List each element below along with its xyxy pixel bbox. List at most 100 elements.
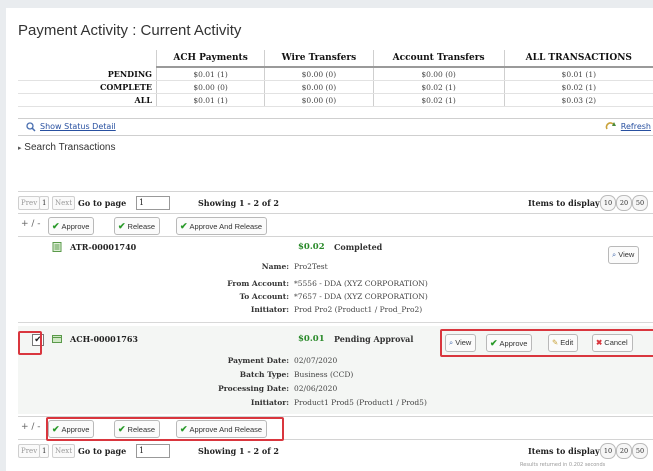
summary-cell: $0.00 (0) bbox=[155, 80, 265, 94]
check-icon: ✔ bbox=[180, 221, 188, 231]
action-bar-top: + / - ✔ Approve ✔ Release ✔ Approve And Rel… bbox=[18, 213, 653, 237]
showing-label: Showing 1 - 2 of 2 bbox=[198, 446, 279, 456]
select-all-toggle[interactable]: + / - bbox=[21, 219, 41, 229]
highlight-row-actions bbox=[440, 329, 653, 357]
page-number-button[interactable]: 1 bbox=[39, 196, 50, 210]
items-50-button[interactable]: 50 bbox=[632, 443, 648, 459]
next-button[interactable]: Next bbox=[52, 444, 76, 458]
detail-label: Initiator: bbox=[250, 305, 289, 314]
col-wire-transfers: Wire Transfers bbox=[264, 50, 374, 68]
search-transactions-label: Search Transactions bbox=[24, 142, 116, 153]
detail-value: Prod Pro2 (Product1 / Prod_Pro2) bbox=[294, 305, 423, 314]
check-icon: ✔ bbox=[52, 221, 60, 231]
summary-row-pending: PENDING $0.01 (1) $0.00 (0) $0.00 (0) $0… bbox=[18, 67, 653, 81]
prev-button[interactable]: Prev bbox=[18, 444, 41, 458]
detail-value: Product1 Prod5 (Product1 / Prod5) bbox=[294, 398, 427, 407]
highlight-checkbox bbox=[18, 331, 42, 355]
page-number-button[interactable]: 1 bbox=[39, 444, 50, 458]
detail-value: Pro2Test bbox=[294, 262, 328, 271]
summary-cell: $0.02 (1) bbox=[503, 80, 653, 94]
check-icon: ✔ bbox=[118, 221, 126, 231]
refresh-icon bbox=[605, 122, 616, 130]
release-label: Release bbox=[127, 222, 156, 231]
go-to-page-input[interactable]: 1 bbox=[136, 196, 170, 210]
summary-cell: $0.00 (0) bbox=[264, 67, 374, 81]
approve-and-release-button[interactable]: ✔ Approve And Release bbox=[176, 217, 268, 235]
refresh-label: Refresh bbox=[620, 122, 651, 131]
pager-bottom: Prev 1 Next Go to page 1 Showing 1 - 2 o… bbox=[18, 440, 653, 462]
transfer-icon bbox=[52, 242, 62, 252]
show-status-detail-label: Show Status Detail bbox=[40, 122, 116, 131]
detail-value: 02/07/2020 bbox=[294, 356, 338, 365]
summary-cell: $0.00 (0) bbox=[264, 93, 374, 107]
transaction-id[interactable]: ATR-00001740 bbox=[70, 242, 136, 252]
detail-value: Business (CCD) bbox=[294, 370, 354, 379]
query-time-note: Results returned in 0.202 seconds bbox=[520, 462, 606, 468]
row-label: COMPLETE bbox=[18, 80, 157, 94]
showing-label: Showing 1 - 2 of 2 bbox=[198, 198, 279, 208]
show-status-detail-link[interactable]: Show Status Detail bbox=[26, 122, 116, 132]
transaction-status: Completed bbox=[334, 242, 383, 252]
status-row: Show Status Detail Refresh bbox=[18, 118, 653, 136]
items-20-button[interactable]: 20 bbox=[616, 195, 632, 211]
items-to-display-label: Items to display: bbox=[528, 446, 603, 456]
detail-label: Initiator: bbox=[250, 398, 289, 407]
transaction-amount: $0.02 bbox=[298, 242, 325, 252]
go-to-page-input[interactable]: 1 bbox=[136, 444, 170, 458]
transaction-row: ATR-00001740 $0.02 Completed ⌕ View Name:… bbox=[18, 236, 653, 323]
transaction-amount: $0.01 bbox=[298, 334, 325, 344]
detail-label: Name: bbox=[261, 262, 289, 271]
detail-label: From Account: bbox=[227, 279, 289, 288]
summary-cell: $0.02 (1) bbox=[372, 93, 505, 107]
summary-cell: $0.02 (1) bbox=[372, 80, 505, 94]
detail-value: 02/06/2020 bbox=[294, 384, 338, 393]
row-label: ALL bbox=[18, 93, 157, 107]
go-to-page-label: Go to page bbox=[78, 446, 127, 456]
col-account-transfers: Account Transfers bbox=[372, 50, 505, 68]
row-label: PENDING bbox=[18, 67, 157, 81]
transaction-id[interactable]: ACH-00001763 bbox=[70, 334, 138, 344]
magnifier-icon bbox=[26, 122, 36, 132]
ach-icon bbox=[52, 335, 62, 343]
detail-label: Processing Date: bbox=[218, 384, 289, 393]
highlight-bulk-actions bbox=[46, 417, 284, 441]
approve-label: Approve bbox=[61, 222, 90, 231]
detail-value: *7657 - DDA (XYZ CORPORATION) bbox=[294, 292, 428, 301]
refresh-link[interactable]: Refresh bbox=[605, 122, 651, 131]
approve-and-release-label: Approve And Release bbox=[189, 222, 263, 231]
summary-cell: $0.00 (0) bbox=[264, 80, 374, 94]
items-10-button[interactable]: 10 bbox=[600, 443, 616, 459]
summary-row-all: ALL $0.01 (1) $0.00 (0) $0.02 (1) $0.03 … bbox=[18, 93, 653, 107]
approve-button[interactable]: ✔ Approve bbox=[48, 217, 95, 235]
view-button[interactable]: ⌕ View bbox=[608, 246, 640, 264]
items-20-button[interactable]: 20 bbox=[616, 443, 632, 459]
go-to-page-label: Go to page bbox=[78, 198, 127, 208]
page-title: Payment Activity : Current Activity bbox=[18, 22, 242, 39]
summary-cell: $0.00 (0) bbox=[372, 67, 505, 81]
transaction-status: Pending Approval bbox=[334, 334, 414, 344]
view-label: View bbox=[618, 250, 635, 259]
items-10-button[interactable]: 10 bbox=[600, 195, 616, 211]
items-to-display-label: Items to display: bbox=[528, 198, 603, 208]
select-all-toggle[interactable]: + / - bbox=[21, 422, 41, 432]
summary-cell: $0.01 (1) bbox=[155, 67, 265, 81]
summary-table: ACH Payments Wire Transfers Account Tran… bbox=[18, 50, 653, 107]
detail-value: *5556 - DDA (XYZ CORPORATION) bbox=[294, 279, 428, 288]
magnifier-icon: ⌕ bbox=[612, 250, 617, 259]
summary-row-complete: COMPLETE $0.00 (0) $0.00 (0) $0.02 (1) $… bbox=[18, 80, 653, 94]
chevron-right-icon: ▸ bbox=[18, 145, 22, 152]
col-ach-payments: ACH Payments bbox=[155, 50, 265, 68]
detail-label: Payment Date: bbox=[227, 356, 289, 365]
summary-cell: $0.03 (2) bbox=[503, 93, 653, 107]
next-button[interactable]: Next bbox=[52, 196, 76, 210]
release-button[interactable]: ✔ Release bbox=[114, 217, 161, 235]
search-transactions-toggle[interactable]: ▸ Search Transactions bbox=[18, 142, 115, 153]
summary-cell: $0.01 (1) bbox=[503, 67, 653, 81]
main-panel: Payment Activity : Current Activity ACH … bbox=[6, 8, 653, 471]
col-all-transactions: ALL TRANSACTIONS bbox=[503, 50, 653, 68]
detail-label: To Account: bbox=[239, 292, 289, 301]
items-50-button[interactable]: 50 bbox=[632, 195, 648, 211]
prev-button[interactable]: Prev bbox=[18, 196, 41, 210]
detail-label: Batch Type: bbox=[239, 370, 289, 379]
summary-cell: $0.01 (1) bbox=[155, 93, 265, 107]
